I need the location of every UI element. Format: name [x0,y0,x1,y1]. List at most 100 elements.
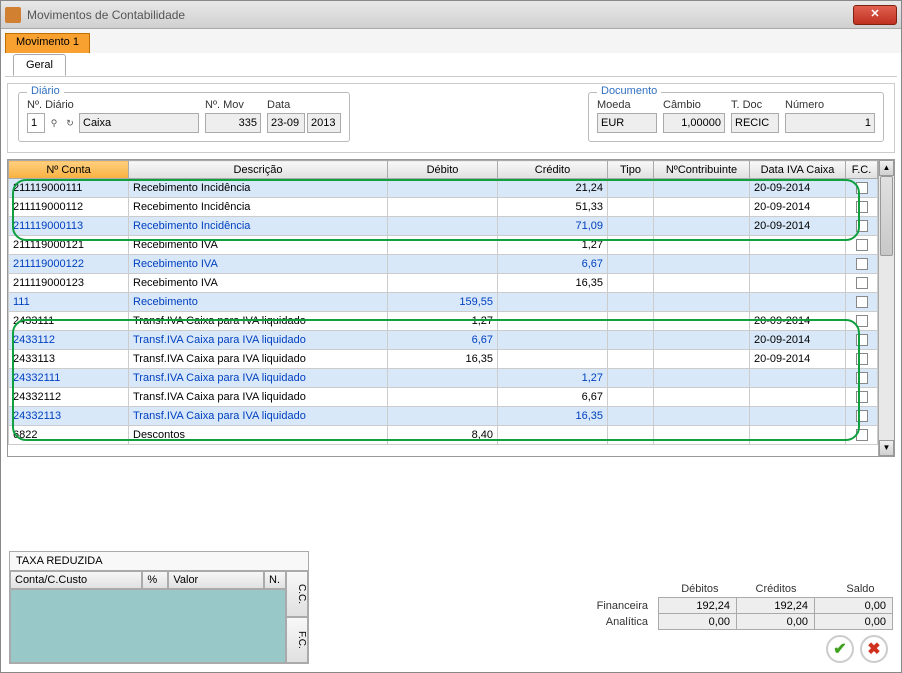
cell-desc[interactable]: Transf.IVA Caixa para IVA liquidado [129,369,388,388]
ndiario-refresh-icon[interactable]: ↻ [63,114,77,132]
cell-deb[interactable]: 16,35 [388,350,498,369]
cell-conta[interactable]: 2433112 [9,331,129,350]
col-tipo[interactable]: Tipo [608,161,654,179]
cell-dataiva[interactable] [750,369,846,388]
cell-ncontrib[interactable] [654,407,750,426]
cell-dataiva[interactable] [750,407,846,426]
cell-desc[interactable]: Recebimento IVA [129,274,388,293]
cell-fc[interactable] [846,350,878,369]
cell-deb[interactable]: 8,40 [388,426,498,445]
col-nconta[interactable]: Nº Conta [9,161,129,179]
checkbox-icon[interactable] [856,277,868,289]
cell-dataiva[interactable] [750,426,846,445]
cell-conta[interactable]: 6822 [9,426,129,445]
table-row[interactable]: 211119000112Recebimento Incidência51,332… [9,198,894,217]
cell-ncontrib[interactable] [654,293,750,312]
checkbox-icon[interactable] [856,353,868,365]
cell-dataiva[interactable] [750,388,846,407]
cell-cred[interactable]: 6,67 [498,388,608,407]
cell-fc[interactable] [846,198,878,217]
cell-cred[interactable]: 6,67 [498,255,608,274]
tab-movimento-1[interactable]: Movimento 1 [5,33,90,53]
cell-fc[interactable] [846,312,878,331]
cell-conta[interactable]: 24332111 [9,369,129,388]
cell-desc[interactable]: Recebimento IVA [129,236,388,255]
cell-cred[interactable]: 71,09 [498,217,608,236]
cell-cred[interactable] [498,350,608,369]
table-row[interactable]: 24332113Transf.IVA Caixa para IVA liquid… [9,407,894,426]
cell-cred[interactable] [498,331,608,350]
cell-cred[interactable]: 51,33 [498,198,608,217]
cell-tipo[interactable] [608,179,654,198]
cell-desc[interactable]: Transf.IVA Caixa para IVA liquidado [129,312,388,331]
close-button[interactable]: ✕ [853,5,897,25]
cell-conta[interactable]: 211119000123 [9,274,129,293]
table-row[interactable]: 2433113Transf.IVA Caixa para IVA liquida… [9,350,894,369]
cell-dataiva[interactable]: 20-09-2014 [750,179,846,198]
checkbox-icon[interactable] [856,258,868,270]
cell-desc[interactable]: Descontos [129,426,388,445]
taxa-tab-fc[interactable]: F.C. [286,617,308,663]
cell-tipo[interactable] [608,312,654,331]
cell-tipo[interactable] [608,426,654,445]
checkbox-icon[interactable] [856,410,868,422]
cell-conta[interactable]: 2433113 [9,350,129,369]
cell-ncontrib[interactable] [654,236,750,255]
cell-desc[interactable]: Transf.IVA Caixa para IVA liquidado [129,331,388,350]
cell-fc[interactable] [846,236,878,255]
cell-desc[interactable]: Recebimento Incidência [129,217,388,236]
cell-conta[interactable]: 211119000122 [9,255,129,274]
cell-fc[interactable] [846,388,878,407]
cell-conta[interactable]: 24332113 [9,407,129,426]
taxa-tab-cc[interactable]: C.C. [286,571,308,617]
cell-dataiva[interactable] [750,293,846,312]
checkbox-icon[interactable] [856,391,868,403]
cell-ncontrib[interactable] [654,198,750,217]
cell-fc[interactable] [846,426,878,445]
col-dataiva[interactable]: Data IVA Caixa [750,161,846,179]
cell-deb[interactable]: 159,55 [388,293,498,312]
cell-deb[interactable] [388,236,498,255]
cell-desc[interactable]: Transf.IVA Caixa para IVA liquidado [129,388,388,407]
cell-cred[interactable] [498,293,608,312]
cell-dataiva[interactable]: 20-09-2014 [750,217,846,236]
checkbox-icon[interactable] [856,372,868,384]
table-row[interactable]: 211119000122Recebimento IVA 6,67 [9,255,894,274]
checkbox-icon[interactable] [856,429,868,441]
ndiario-lookup-icon[interactable]: ⚲ [47,114,61,132]
table-row[interactable]: 211119000121Recebimento IVA1,27 [9,236,894,255]
table-row[interactable]: 211119000111Recebimento Incidência21,242… [9,179,894,198]
scroll-track[interactable] [879,176,894,440]
scroll-down-icon[interactable]: ▼ [879,440,894,456]
cell-ncontrib[interactable] [654,388,750,407]
taxa-grid-body[interactable] [10,589,286,663]
cell-deb[interactable] [388,198,498,217]
cell-tipo[interactable] [608,350,654,369]
checkbox-icon[interactable] [856,182,868,194]
cell-cred[interactable] [498,426,608,445]
scroll-up-icon[interactable]: ▲ [879,160,894,176]
table-row[interactable]: 24332111Transf.IVA Caixa para IVA liquid… [9,369,894,388]
col-descricao[interactable]: Descrição [129,161,388,179]
cell-tipo[interactable] [608,331,654,350]
cell-tipo[interactable] [608,236,654,255]
cell-dataiva[interactable] [750,236,846,255]
cell-tipo[interactable] [608,369,654,388]
cell-dataiva[interactable]: 20-09-2014 [750,312,846,331]
col-ncontrib[interactable]: NºContribuinte [654,161,750,179]
cell-desc[interactable]: Transf.IVA Caixa para IVA liquidado [129,350,388,369]
cell-desc[interactable]: Transf.IVA Caixa para IVA liquidado [129,407,388,426]
grid-vscrollbar[interactable]: ▲ ▼ [878,160,894,456]
cell-desc[interactable]: Recebimento IVA [129,255,388,274]
movements-grid[interactable]: Nº Conta Descrição Débito Crédito Tipo N… [8,160,894,445]
checkbox-icon[interactable] [856,315,868,327]
cell-deb[interactable] [388,407,498,426]
cell-deb[interactable] [388,179,498,198]
checkbox-icon[interactable] [856,201,868,213]
tab-geral[interactable]: Geral [13,54,66,76]
cell-cred[interactable] [498,312,608,331]
taxa-col-pct[interactable]: % [142,571,168,589]
cell-conta[interactable]: 211119000111 [9,179,129,198]
cell-tipo[interactable] [608,198,654,217]
cell-conta[interactable]: 211119000121 [9,236,129,255]
